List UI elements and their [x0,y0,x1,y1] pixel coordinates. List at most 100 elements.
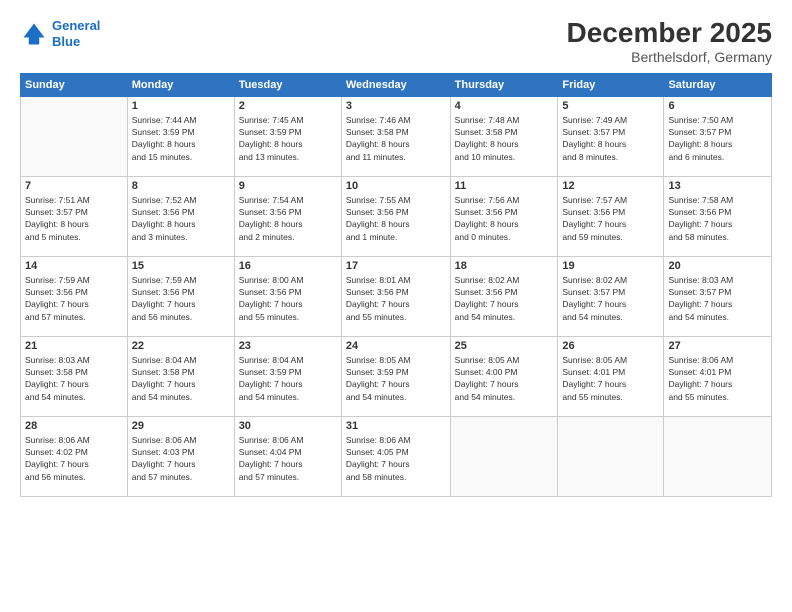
table-row: 16Sunrise: 8:00 AMSunset: 3:56 PMDayligh… [234,256,341,336]
day-info: Sunrise: 7:54 AMSunset: 3:56 PMDaylight:… [239,194,337,243]
day-info: Sunrise: 7:55 AMSunset: 3:56 PMDaylight:… [346,194,446,243]
table-row: 6 Sunrise: 7:50 AMSunset: 3:57 PMDaylight… [664,96,772,176]
day-info: Sunrise: 7:57 AMSunset: 3:56 PMDaylight:… [562,194,659,243]
day-info: Sunrise: 7:49 AMSunset: 3:57 PMDaylight:… [562,114,659,163]
table-row: 25 Sunrise: 8:05 AMSunset: 4:00 PMDayligh… [450,336,558,416]
day-number: 21 [25,340,123,352]
col-wednesday: Wednesday [341,73,450,96]
day-info: Sunrise: 8:06 AMSunset: 4:04 PMDaylight:… [239,434,337,483]
day-number: 25 [455,340,554,352]
day-info: Sunrise: 8:05 AMSunset: 4:01 PMDaylight:… [562,354,659,403]
table-row: 5 Sunrise: 7:49 AMSunset: 3:57 PMDaylight… [558,96,664,176]
day-number: 31 [346,420,446,432]
day-number: 2 [239,100,337,112]
day-info: Sunrise: 8:04 AMSunset: 3:58 PMDaylight:… [132,354,230,403]
day-number: 4 [455,100,554,112]
day-number: 23 [239,340,337,352]
table-row: 12 Sunrise: 7:57 AMSunset: 3:56 PMDayligh… [558,176,664,256]
calendar-week-3: 14 Sunrise: 7:59 AMSunset: 3:56 PMDayligh… [21,256,772,336]
day-info: Sunrise: 8:00 AMSunset: 3:56 PMDaylight:… [239,274,337,323]
calendar-table: Sunday Monday Tuesday Wednesday Thursday… [20,73,772,497]
calendar-subtitle: Berthelsdorf, Germany [567,49,772,65]
day-number: 19 [562,260,659,272]
title-block: December 2025 Berthelsdorf, Germany [567,18,772,65]
day-info: Sunrise: 7:45 AMSunset: 3:59 PMDaylight:… [239,114,337,163]
day-number: 1 [132,100,230,112]
day-number: 20 [668,260,767,272]
col-saturday: Saturday [664,73,772,96]
table-row: 24 Sunrise: 8:05 AMSunset: 3:59 PMDayligh… [341,336,450,416]
logo-text-line2: Blue [52,34,100,50]
day-number: 26 [562,340,659,352]
page: General Blue December 2025 Berthelsdorf,… [0,0,792,612]
table-row: 21Sunrise: 8:03 AMSunset: 3:58 PMDayligh… [21,336,128,416]
table-row: 17 Sunrise: 8:01 AMSunset: 3:56 PMDayligh… [341,256,450,336]
calendar-week-5: 28 Sunrise: 8:06 AMSunset: 4:02 PMDayligh… [21,416,772,496]
day-info: Sunrise: 7:52 AMSunset: 3:56 PMDaylight:… [132,194,230,243]
day-number: 6 [668,100,767,112]
day-info: Sunrise: 7:59 AMSunset: 3:56 PMDaylight:… [25,274,123,323]
day-number: 28 [25,420,123,432]
day-info: Sunrise: 8:02 AMSunset: 3:56 PMDaylight:… [455,274,554,323]
logo-icon [20,20,48,48]
table-row: 28 Sunrise: 8:06 AMSunset: 4:02 PMDayligh… [21,416,128,496]
table-row [664,416,772,496]
day-number: 7 [25,180,123,192]
day-info: Sunrise: 7:59 AMSunset: 3:56 PMDaylight:… [132,274,230,323]
day-number: 12 [562,180,659,192]
day-info: Sunrise: 8:05 AMSunset: 3:59 PMDaylight:… [346,354,446,403]
day-info: Sunrise: 7:56 AMSunset: 3:56 PMDaylight:… [455,194,554,243]
day-number: 3 [346,100,446,112]
table-row: 27 Sunrise: 8:06 AMSunset: 4:01 PMDayligh… [664,336,772,416]
logo-text-line1: General [52,18,100,34]
calendar-week-4: 21Sunrise: 8:03 AMSunset: 3:58 PMDayligh… [21,336,772,416]
table-row: 19Sunrise: 8:02 AMSunset: 3:57 PMDayligh… [558,256,664,336]
day-info: Sunrise: 8:05 AMSunset: 4:00 PMDaylight:… [455,354,554,403]
table-row: 10Sunrise: 7:55 AMSunset: 3:56 PMDayligh… [341,176,450,256]
day-info: Sunrise: 8:03 AMSunset: 3:57 PMDaylight:… [668,274,767,323]
day-number: 8 [132,180,230,192]
day-number: 14 [25,260,123,272]
day-number: 17 [346,260,446,272]
table-row: 26 Sunrise: 8:05 AMSunset: 4:01 PMDayligh… [558,336,664,416]
col-monday: Monday [127,73,234,96]
day-number: 9 [239,180,337,192]
day-info: Sunrise: 8:01 AMSunset: 3:56 PMDaylight:… [346,274,446,323]
day-number: 22 [132,340,230,352]
day-info: Sunrise: 7:51 AMSunset: 3:57 PMDaylight:… [25,194,123,243]
table-row: 13Sunrise: 7:58 AMSunset: 3:56 PMDayligh… [664,176,772,256]
day-info: Sunrise: 7:46 AMSunset: 3:58 PMDaylight:… [346,114,446,163]
table-row: 1 Sunrise: 7:44 AMSunset: 3:59 PMDaylight… [127,96,234,176]
day-number: 30 [239,420,337,432]
table-row [21,96,128,176]
col-sunday: Sunday [21,73,128,96]
day-number: 24 [346,340,446,352]
day-number: 27 [668,340,767,352]
table-row: 2 Sunrise: 7:45 AMSunset: 3:59 PMDaylight… [234,96,341,176]
table-row: 31 Sunrise: 8:06 AMSunset: 4:05 PMDayligh… [341,416,450,496]
day-info: Sunrise: 7:48 AMSunset: 3:58 PMDaylight:… [455,114,554,163]
calendar-week-2: 7 Sunrise: 7:51 AMSunset: 3:57 PMDaylight… [21,176,772,256]
day-number: 18 [455,260,554,272]
table-row: 8 Sunrise: 7:52 AMSunset: 3:56 PMDaylight… [127,176,234,256]
day-info: Sunrise: 8:06 AMSunset: 4:02 PMDaylight:… [25,434,123,483]
col-friday: Friday [558,73,664,96]
table-row [558,416,664,496]
day-number: 5 [562,100,659,112]
day-number: 11 [455,180,554,192]
calendar-header-row: Sunday Monday Tuesday Wednesday Thursday… [21,73,772,96]
day-info: Sunrise: 7:58 AMSunset: 3:56 PMDaylight:… [668,194,767,243]
table-row: 15Sunrise: 7:59 AMSunset: 3:56 PMDayligh… [127,256,234,336]
day-info: Sunrise: 8:06 AMSunset: 4:05 PMDaylight:… [346,434,446,483]
table-row: 22 Sunrise: 8:04 AMSunset: 3:58 PMDayligh… [127,336,234,416]
day-info: Sunrise: 8:06 AMSunset: 4:01 PMDaylight:… [668,354,767,403]
day-info: Sunrise: 7:50 AMSunset: 3:57 PMDaylight:… [668,114,767,163]
col-thursday: Thursday [450,73,558,96]
col-tuesday: Tuesday [234,73,341,96]
header: General Blue December 2025 Berthelsdorf,… [20,18,772,65]
table-row: 20 Sunrise: 8:03 AMSunset: 3:57 PMDayligh… [664,256,772,336]
day-info: Sunrise: 7:44 AMSunset: 3:59 PMDaylight:… [132,114,230,163]
table-row: 23Sunrise: 8:04 AMSunset: 3:59 PMDayligh… [234,336,341,416]
calendar-title: December 2025 [567,18,772,49]
logo: General Blue [20,18,100,49]
